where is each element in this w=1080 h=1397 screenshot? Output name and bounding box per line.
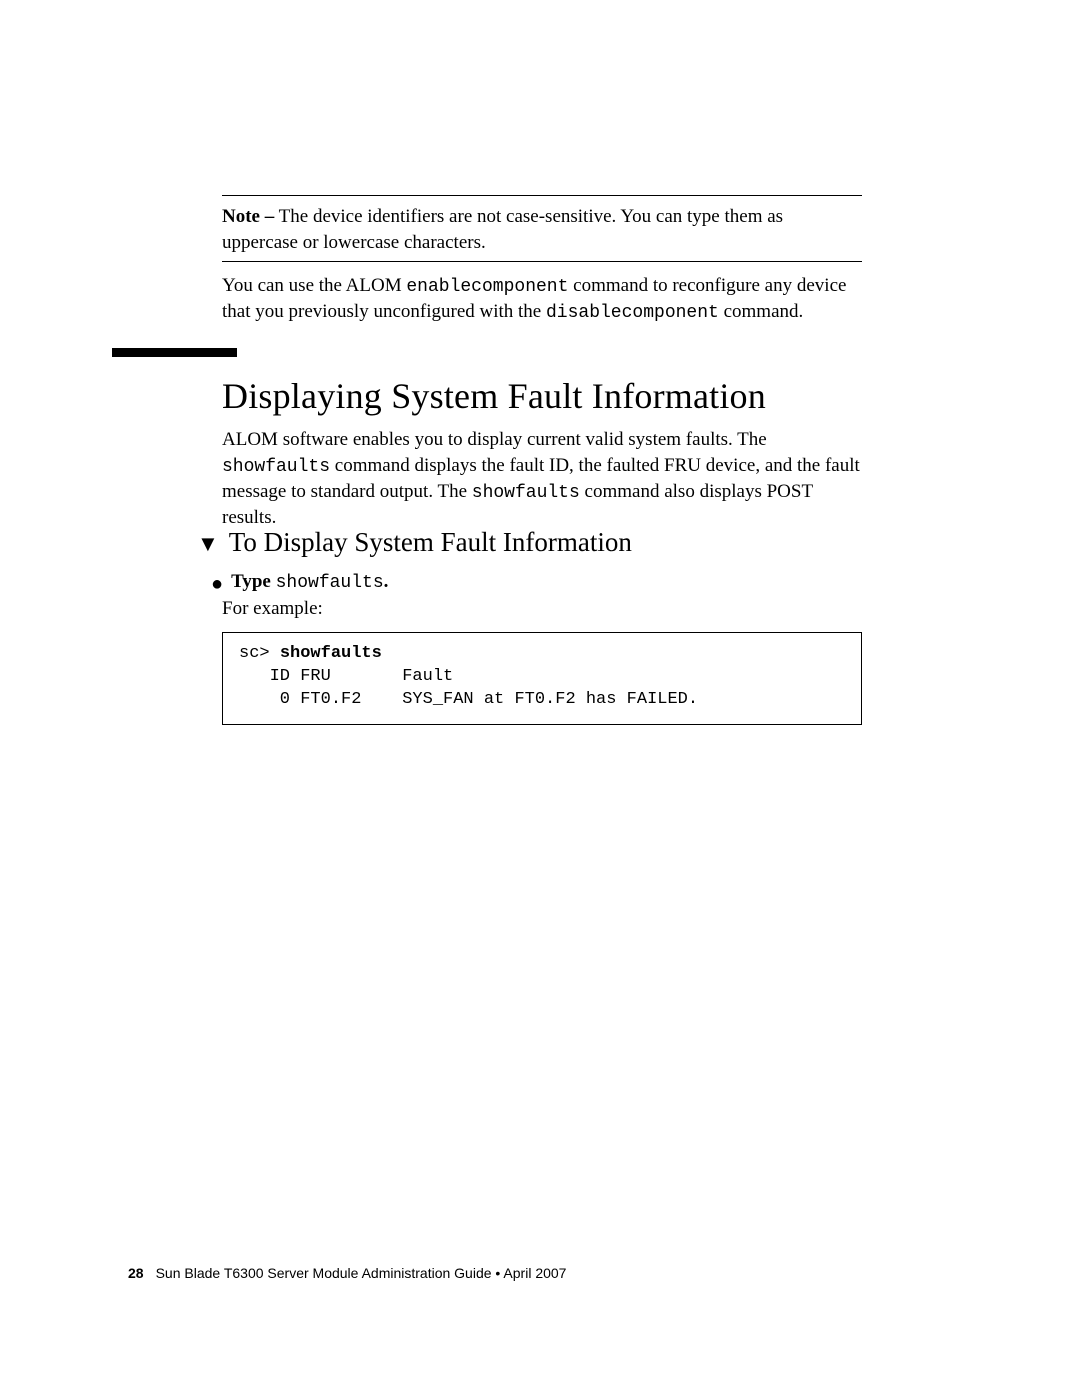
note-body: Note – The device identifiers are not ca… <box>222 196 862 261</box>
code-inline: enablecomponent <box>406 277 568 297</box>
bullet-icon: ● <box>211 574 223 594</box>
paragraph-intro: ALOM software enables you to display cur… <box>222 427 862 531</box>
note-label: Note – <box>222 206 274 227</box>
step-text: Type showfaults. <box>231 569 388 595</box>
procedure-marker-icon: ▼ <box>197 533 219 555</box>
note-text: The device identifiers are not case-sens… <box>222 206 783 253</box>
step-row: ● Type showfaults. <box>211 569 861 595</box>
prompt: sc> <box>239 644 280 663</box>
section-bar <box>112 348 237 357</box>
rule-bottom <box>222 261 862 262</box>
text: command. <box>719 301 803 322</box>
heading-1: Displaying System Fault Information <box>222 372 862 421</box>
step-label: Type <box>231 571 276 592</box>
note-block: Note – The device identifiers are not ca… <box>222 195 862 262</box>
code-inline: disablecomponent <box>546 303 719 323</box>
page: Note – The device identifiers are not ca… <box>0 0 1080 1397</box>
code-line: ID FRU Fault <box>239 667 453 686</box>
footer-title: Sun Blade T6300 Server Module Administra… <box>156 1265 567 1281</box>
step-tail: . <box>384 571 389 592</box>
footer: 28 Sun Blade T6300 Server Module Administ… <box>128 1264 862 1283</box>
text: You can use the ALOM <box>222 275 406 296</box>
page-number: 28 <box>128 1265 144 1281</box>
heading-2-row: ▼ To Display System Fault Information <box>197 524 862 560</box>
code-cmd: showfaults <box>280 644 382 663</box>
code-inline: showfaults <box>222 457 330 477</box>
example-lead: For example: <box>222 596 323 622</box>
code-inline: showfaults <box>276 573 384 593</box>
code-inline: showfaults <box>472 483 580 503</box>
code-line: 0 FT0.F2 SYS_FAN at FT0.F2 has FAILED. <box>239 690 698 709</box>
code-block: sc> showfaults ID FRU Fault 0 FT0.F2 SYS… <box>222 632 862 725</box>
text: ALOM software enables you to display cur… <box>222 429 767 450</box>
heading-2: To Display System Fault Information <box>229 524 632 560</box>
paragraph-enablecomponent: You can use the ALOM enablecomponent com… <box>222 273 862 326</box>
